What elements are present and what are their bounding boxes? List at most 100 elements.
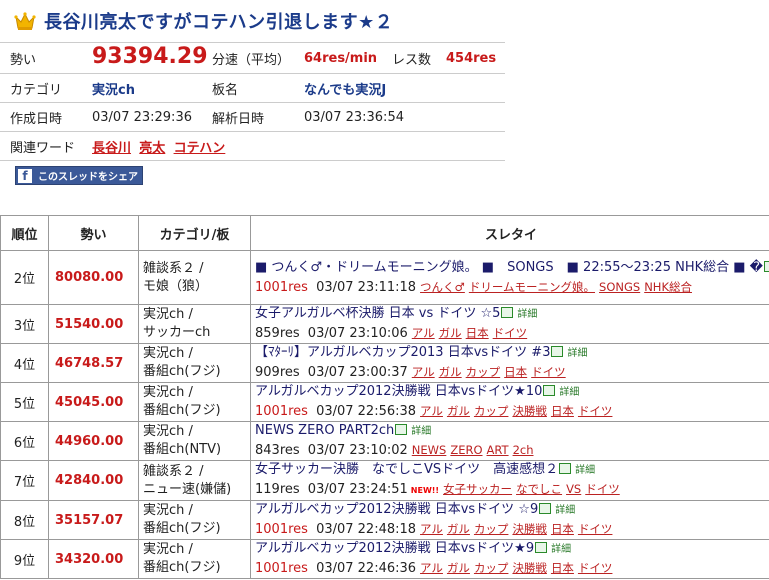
keyword-link[interactable]: NHK総合 bbox=[644, 280, 692, 294]
thread-title-link[interactable]: 女子アルガルベ杯決勝 日本 vs ドイツ ☆5 bbox=[255, 306, 500, 321]
thread-title-link[interactable]: 女子サッカー決勝 なでしこVSドイツ 高速感想２ bbox=[255, 462, 558, 477]
external-link-icon[interactable] bbox=[395, 424, 408, 435]
external-link-icon[interactable] bbox=[764, 260, 769, 272]
keyword-link[interactable]: ドイツ bbox=[578, 522, 613, 536]
category-cell: 実況ch / 番組ch(フジ) bbox=[138, 382, 251, 422]
external-link-icon[interactable] bbox=[559, 463, 572, 474]
external-link-icon[interactable] bbox=[535, 542, 548, 553]
keyword-link[interactable]: カップ bbox=[466, 365, 501, 379]
detail-link[interactable]: 詳細 bbox=[559, 387, 579, 398]
thread-title-link[interactable]: アルガルベカップ2012決勝戦 日本vsドイツ★10 bbox=[255, 384, 542, 399]
board-value[interactable]: なんでも実況J bbox=[304, 79, 386, 98]
keyword-link[interactable]: ガル bbox=[447, 404, 470, 418]
keyword-link[interactable]: ガル bbox=[439, 365, 462, 379]
thread-title-link[interactable]: アルガルベカップ2012決勝戦 日本vsドイツ★9 bbox=[255, 541, 534, 556]
related-word-link[interactable]: コテハン bbox=[174, 141, 226, 156]
rank-cell: 4位 bbox=[0, 343, 49, 383]
detail-link[interactable]: 詳細 bbox=[551, 544, 571, 555]
res-count: 119res bbox=[255, 482, 300, 497]
keyword-link[interactable]: ドリームモーニング娘。 bbox=[469, 280, 595, 294]
related-words: 長谷川 亮太 コテハン bbox=[92, 137, 225, 156]
board-name[interactable]: 番組ch(フジ) bbox=[143, 559, 250, 577]
board-name[interactable]: ニュー速(嫌儲) bbox=[143, 481, 250, 499]
header-category: カテゴリ/板 bbox=[138, 215, 251, 251]
external-link-icon[interactable] bbox=[543, 385, 556, 396]
category-name[interactable]: 実況ch / bbox=[143, 502, 250, 520]
keyword-link[interactable]: ガル bbox=[447, 561, 470, 575]
board-name[interactable]: 番組ch(フジ) bbox=[143, 402, 250, 420]
facebook-share-button[interactable]: f このスレッドをシェア bbox=[15, 166, 143, 185]
keyword-link[interactable]: アル bbox=[420, 561, 443, 575]
board-name[interactable]: モ娘（狼） bbox=[143, 278, 250, 296]
detail-link[interactable]: 詳細 bbox=[555, 505, 575, 516]
keyword-link[interactable]: ガル bbox=[439, 326, 462, 340]
keyword-link[interactable]: 日本 bbox=[504, 365, 527, 379]
related-word-link[interactable]: 亮太 bbox=[139, 141, 165, 156]
related-word-link[interactable]: 長谷川 bbox=[92, 141, 131, 156]
keyword-link[interactable]: アル bbox=[420, 522, 443, 536]
keyword-link[interactable]: 日本 bbox=[551, 522, 574, 536]
external-link-icon[interactable] bbox=[551, 346, 564, 357]
board-name[interactable]: サッカーch bbox=[143, 324, 250, 342]
thread-title-link[interactable]: 【ﾏﾀｰﾘ】アルガルベカップ2013 日本vsドイツ #3 bbox=[255, 345, 550, 360]
keyword-link[interactable]: カップ bbox=[474, 404, 509, 418]
keyword-link[interactable]: 2ch bbox=[513, 443, 534, 457]
created-label: 作成日時 bbox=[10, 111, 63, 127]
keyword-link[interactable]: 決勝戦 bbox=[512, 404, 547, 418]
keyword-link[interactable]: 決勝戦 bbox=[512, 522, 547, 536]
keyword-link[interactable]: 日本 bbox=[551, 404, 574, 418]
keyword-link[interactable]: つんく♂ bbox=[420, 280, 465, 294]
keyword-link[interactable]: ZERO bbox=[450, 443, 482, 457]
keyword-link[interactable]: ドイツ bbox=[585, 482, 620, 496]
detail-link[interactable]: 詳細 bbox=[411, 426, 431, 437]
keyword-link[interactable]: ドイツ bbox=[493, 326, 528, 340]
res-count: 859res bbox=[255, 326, 300, 341]
momentum-row: 勢い 93394.29 分速（平均） 64res/min レス数 454res bbox=[0, 43, 505, 74]
category-name[interactable]: 実況ch / bbox=[143, 306, 250, 324]
thread-cell: アルガルベカップ2012決勝戦 日本vsドイツ★9 詳細 1001res 03/0… bbox=[250, 539, 769, 579]
keyword-link[interactable]: アル bbox=[412, 365, 435, 379]
keyword-link[interactable]: ドイツ bbox=[578, 404, 613, 418]
thread-title-link[interactable]: ■ つんく♂・ドリームモーニング娘。 ■ SONGS ■ 22:55～23:25… bbox=[255, 260, 763, 275]
board-name[interactable]: 番組ch(フジ) bbox=[143, 520, 250, 538]
res-count: 1001res bbox=[255, 279, 308, 295]
keyword-link[interactable]: 女子サッカー bbox=[443, 482, 512, 496]
category-name[interactable]: 雑談系２ / bbox=[143, 463, 250, 481]
keyword-link[interactable]: ART bbox=[487, 443, 509, 457]
keyword-link[interactable]: アル bbox=[420, 404, 443, 418]
board-name[interactable]: 番組ch(フジ) bbox=[143, 363, 250, 381]
external-link-icon[interactable] bbox=[501, 307, 514, 318]
keyword-link[interactable]: カップ bbox=[474, 522, 509, 536]
keyword-link[interactable]: カップ bbox=[474, 561, 509, 575]
keyword-link[interactable]: 決勝戦 bbox=[512, 561, 547, 575]
detail-link[interactable]: 詳細 bbox=[575, 465, 595, 476]
thread-title-link[interactable]: NEWS ZERO PART2ch bbox=[255, 423, 394, 438]
keyword-link[interactable]: 日本 bbox=[466, 326, 489, 340]
keyword-link[interactable]: NEWS bbox=[412, 443, 447, 457]
category-name[interactable]: 雑談系２ / bbox=[143, 260, 250, 278]
thread-cell: 【ﾏﾀｰﾘ】アルガルベカップ2013 日本vsドイツ #3 詳細 909res 0… bbox=[250, 343, 769, 383]
board-name[interactable]: 番組ch(NTV) bbox=[143, 441, 250, 459]
keyword-link[interactable]: ドイツ bbox=[531, 365, 566, 379]
table-row: 9位 34320.00 実況ch / 番組ch(フジ) アルガルベカップ2012… bbox=[0, 539, 769, 579]
thread-title-link[interactable]: アルガルベカップ2012決勝戦 日本vsドイツ ☆9 bbox=[255, 502, 538, 517]
keyword-link[interactable]: なでしこ bbox=[516, 482, 562, 496]
detail-link[interactable]: 詳細 bbox=[567, 348, 587, 359]
momentum-cell: 80080.00 bbox=[48, 250, 139, 305]
keyword-link[interactable]: VS bbox=[566, 482, 581, 496]
keyword-link[interactable]: SONGS bbox=[599, 280, 640, 294]
external-link-icon[interactable] bbox=[539, 503, 552, 514]
category-value[interactable]: 実況ch bbox=[92, 79, 135, 98]
keyword-link[interactable]: 日本 bbox=[551, 561, 574, 575]
keyword-link[interactable]: アル bbox=[412, 326, 435, 340]
keyword-link[interactable]: ガル bbox=[447, 522, 470, 536]
keyword-link[interactable]: ドイツ bbox=[578, 561, 613, 575]
category-name[interactable]: 実況ch / bbox=[143, 423, 250, 441]
category-name[interactable]: 実況ch / bbox=[143, 345, 250, 363]
category-name[interactable]: 実況ch / bbox=[143, 384, 250, 402]
category-name[interactable]: 実況ch / bbox=[143, 541, 250, 559]
category-cell: 実況ch / サッカーch bbox=[138, 304, 251, 344]
speed-value: 64res/min bbox=[304, 50, 378, 66]
detail-link[interactable]: 詳細 bbox=[517, 309, 537, 320]
thread-title: 長谷川亮太ですがコテハン引退します★２ bbox=[44, 12, 394, 33]
